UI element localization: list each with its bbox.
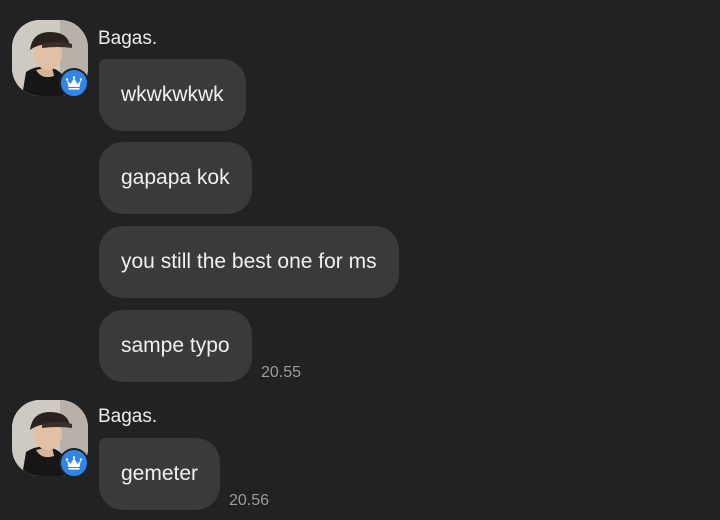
message-text: gemeter [121,462,199,485]
crown-icon [66,456,82,470]
message-bubble[interactable]: gemeter [99,438,221,510]
message-bubble[interactable]: wkwkwkwk [99,59,246,131]
message-bubble[interactable]: you still the best one for ms [99,226,399,298]
sender-name: Bagas. [98,28,158,49]
sender-avatar[interactable] [12,400,89,478]
message-bubble[interactable]: sampe typo [99,310,252,382]
message-timestamp: 20.56 [229,492,270,509]
message-text: you still the best one for ms [121,250,377,273]
sender-avatar[interactable] [12,20,89,98]
crown-badge [59,68,89,98]
crown-icon [66,76,82,90]
sender-name: Bagas. [98,406,158,427]
message-text: wkwkwkwk [121,83,224,106]
message-bubble[interactable]: gapapa kok [99,142,252,214]
chat-thread: Bagas. wkwkwkwk gapapa kok you still the… [0,0,720,520]
crown-badge [59,448,89,478]
message-text: sampe typo [121,334,230,357]
message-text: gapapa kok [121,166,230,189]
message-timestamp: 20.55 [261,364,302,381]
